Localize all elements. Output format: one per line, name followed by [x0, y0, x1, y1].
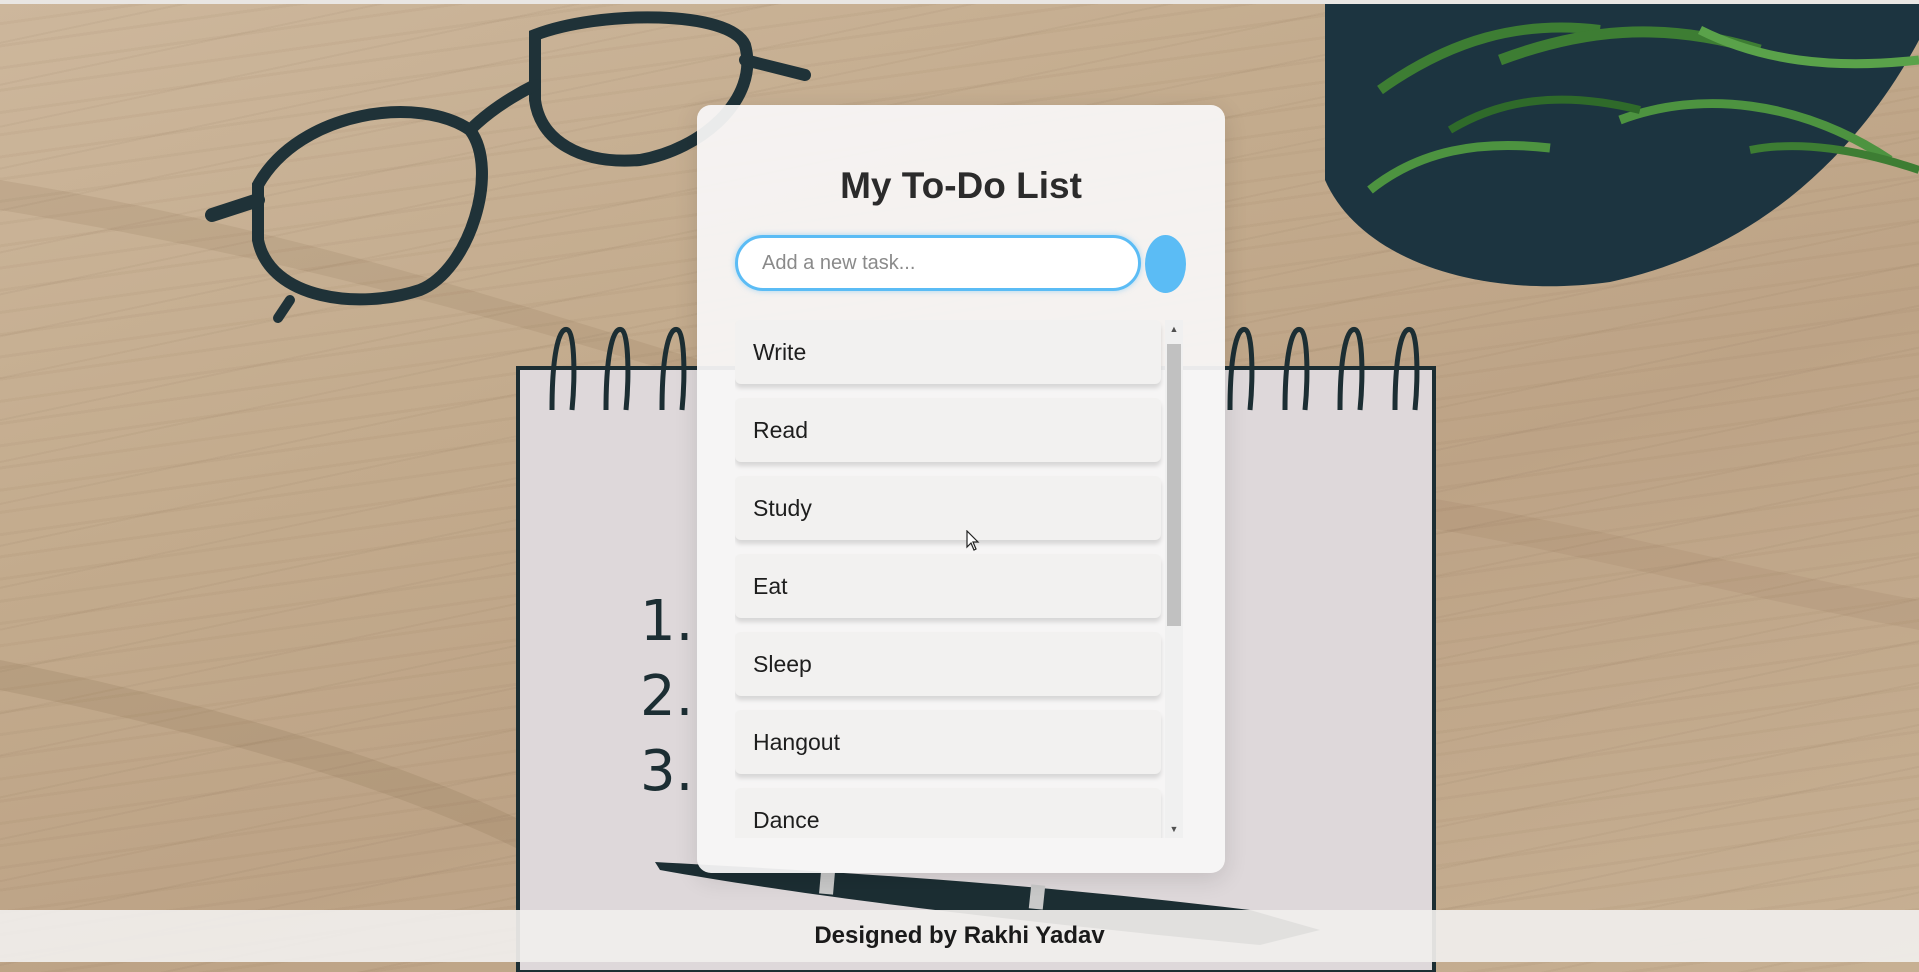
plant-image: [1325, 4, 1919, 287]
task-item-dance[interactable]: Dance: [735, 788, 1161, 838]
task-label: Dance: [753, 806, 820, 833]
task-label: Read: [753, 416, 808, 443]
list-scrollbar[interactable]: ▲ ▼: [1165, 320, 1183, 838]
task-label: Sleep: [753, 650, 812, 677]
mouse-cursor-icon: [966, 530, 980, 551]
task-item-read[interactable]: Read: [735, 398, 1161, 462]
notebook-number-1: 1.: [640, 589, 693, 654]
task-item-sleep[interactable]: Sleep: [735, 632, 1161, 696]
task-item-write[interactable]: Write: [735, 320, 1161, 384]
scroll-down-arrow-icon[interactable]: ▼: [1165, 820, 1183, 838]
task-item-hangout[interactable]: Hangout: [735, 710, 1161, 774]
scrollbar-thumb[interactable]: [1167, 344, 1181, 626]
footer: Designed by Rakhi Yadav: [0, 910, 1919, 962]
new-task-input[interactable]: [735, 235, 1141, 291]
notebook-number-3: 3.: [640, 739, 693, 804]
footer-credit: Designed by Rakhi Yadav: [814, 922, 1105, 949]
todo-card: My To-Do List Write Read Study Eat Sleep…: [697, 105, 1225, 873]
task-list-container: Write Read Study Eat Sleep Hangout Dance…: [735, 320, 1183, 838]
page-title: My To-Do List: [840, 165, 1082, 206]
notebook-number-2: 2.: [640, 664, 693, 729]
task-item-eat[interactable]: Eat: [735, 554, 1161, 618]
task-item-study[interactable]: Study: [735, 476, 1161, 540]
task-label: Write: [753, 338, 807, 365]
task-label: Eat: [753, 572, 788, 599]
add-task-button[interactable]: [1145, 235, 1186, 293]
task-list: Write Read Study Eat Sleep Hangout Dance: [735, 320, 1161, 838]
task-label: Study: [753, 494, 812, 521]
task-label: Hangout: [753, 728, 840, 755]
scroll-up-arrow-icon[interactable]: ▲: [1165, 320, 1183, 338]
